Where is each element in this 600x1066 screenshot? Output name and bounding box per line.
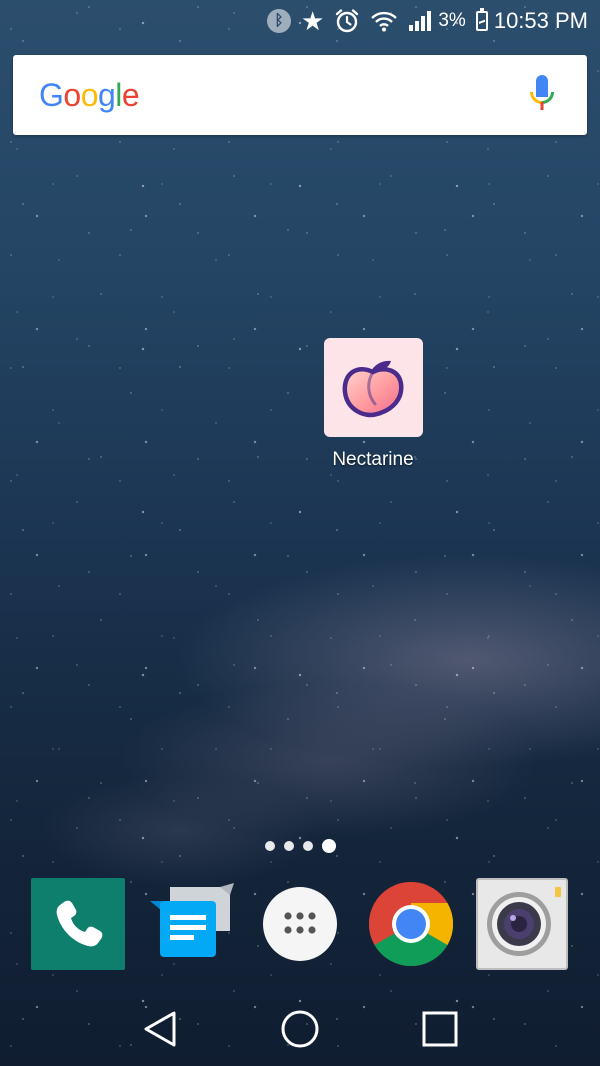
app-drawer-button[interactable] (252, 878, 348, 974)
battery-icon (475, 8, 488, 31)
wifi-icon (370, 10, 398, 32)
recents-button[interactable] (410, 1001, 470, 1061)
alarm-icon (334, 8, 360, 34)
navigation-bar (0, 996, 600, 1066)
page-indicator (0, 838, 600, 854)
page-dot (302, 841, 313, 851)
bluetooth-icon: ᛒ (267, 9, 292, 33)
chrome-app[interactable] (363, 878, 459, 974)
google-logo-letter: o (63, 76, 81, 113)
home-icon (280, 1009, 320, 1054)
star-icon: ★ (301, 6, 325, 36)
home-button[interactable] (270, 1001, 330, 1061)
messages-app[interactable] (145, 878, 241, 974)
back-button[interactable] (130, 1001, 190, 1061)
signal-icon (408, 10, 432, 32)
google-logo-letter: l (115, 76, 122, 113)
google-logo-text: Google (39, 76, 140, 114)
app-nectarine[interactable]: Nectarine (314, 338, 432, 471)
page-dot (264, 841, 275, 851)
clock: 10:53 PM (493, 8, 588, 33)
google-logo: Google (39, 76, 140, 114)
peach-icon (323, 338, 423, 437)
page-dot-current (321, 839, 336, 853)
mic-icon[interactable] (529, 74, 555, 117)
camera-app[interactable] (474, 877, 570, 976)
page-dot (283, 841, 294, 851)
google-logo-letter: o (80, 76, 99, 113)
app-drawer-icon (262, 886, 338, 967)
messages-icon (148, 879, 238, 974)
phone-app[interactable] (30, 877, 126, 975)
recents-icon (422, 1011, 458, 1052)
battery-percent: 3% (438, 10, 466, 31)
google-logo-letter: e (121, 76, 140, 113)
camera-icon (475, 877, 569, 976)
google-search-bar[interactable]: Google (13, 55, 587, 135)
back-icon (142, 1010, 178, 1053)
app-label: Nectarine (332, 449, 414, 470)
status-bar: ᛒ ★ 3% 10:53 PM (0, 0, 600, 42)
chrome-icon (367, 880, 455, 973)
phone-icon (31, 877, 125, 975)
google-logo-letter: G (39, 76, 64, 113)
google-logo-letter: g (97, 76, 116, 113)
dock (0, 877, 600, 976)
